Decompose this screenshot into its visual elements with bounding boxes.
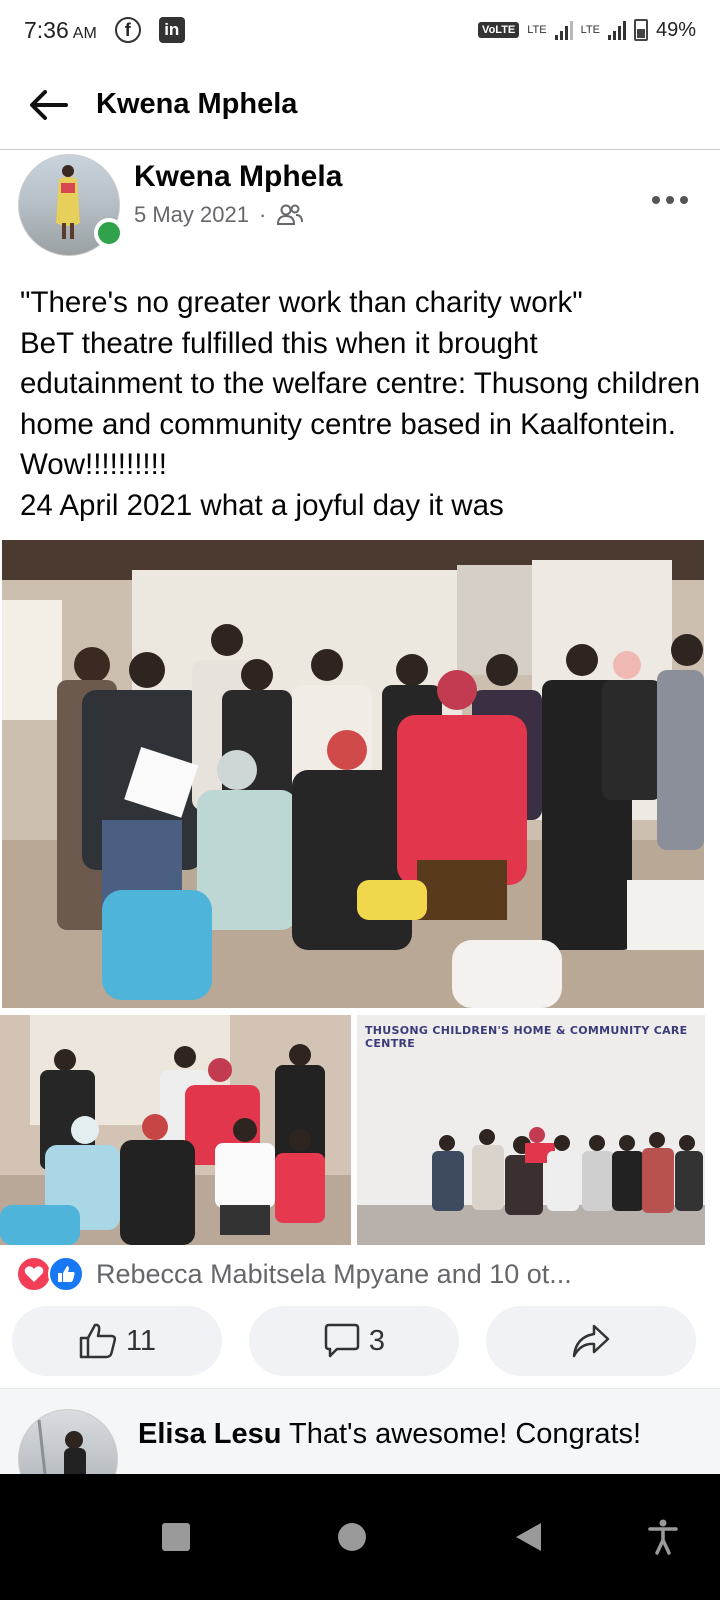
post-author-name[interactable]: Kwena Mphela	[134, 160, 342, 194]
accessibility-icon	[648, 1519, 678, 1555]
back-nav-button[interactable]	[496, 1474, 560, 1600]
reaction-icons	[16, 1256, 90, 1292]
recents-button[interactable]	[144, 1474, 208, 1600]
app-header: Kwena Mphela	[0, 60, 720, 150]
group-photo-2-image	[0, 1015, 351, 1245]
home-button[interactable]	[320, 1474, 384, 1600]
group-photo-image	[2, 540, 704, 1008]
circle-icon	[338, 1523, 366, 1551]
comment-button[interactable]: 3	[249, 1306, 459, 1376]
like-button[interactable]: 11	[12, 1306, 222, 1376]
accessibility-button[interactable]	[636, 1474, 690, 1600]
linkedin-icon: in	[158, 17, 185, 43]
status-bar: 7:36 AM f in VoLTE LTE LTE 49%	[0, 0, 720, 60]
more-options-button[interactable]	[650, 180, 690, 214]
signal-icon	[554, 20, 573, 40]
comment-text: Elisa Lesu That's awesome! Congrats!	[138, 1413, 698, 1455]
battery-icon	[633, 19, 648, 41]
facebook-icon: f	[114, 17, 141, 43]
commenter-name[interactable]: Elisa Lesu	[138, 1418, 281, 1450]
reactions-text: Rebecca Mabitsela Mpyane and 10 ot...	[96, 1258, 572, 1289]
status-indicators: VoLTE LTE LTE 49%	[478, 19, 696, 42]
post-body-text: "There's no greater work than charity wo…	[20, 286, 701, 522]
post-header: Kwena Mphela 5 May 2021 ·	[0, 152, 720, 262]
photo-banner-text: THUSONG CHILDREN'S HOME & COMMUNITY CARE…	[365, 1024, 688, 1050]
like-reaction-icon	[48, 1256, 84, 1292]
comment-preview[interactable]: Elisa Lesu That's awesome! Congrats!	[0, 1388, 720, 1474]
post-meta: 5 May 2021 ·	[134, 202, 304, 228]
comment-count: 3	[368, 1324, 386, 1357]
reactions-summary[interactable]: Rebecca Mabitsela Mpyane and 10 ot...	[16, 1254, 706, 1294]
triangle-back-icon	[516, 1523, 541, 1551]
back-button[interactable]	[0, 60, 96, 150]
friends-icon	[277, 204, 304, 225]
post-date[interactable]: 5 May 2021	[134, 202, 249, 228]
share-icon	[572, 1324, 610, 1358]
page-title: Kwena Mphela	[96, 88, 298, 120]
signal-icon-2	[607, 20, 626, 40]
meta-separator: ·	[258, 202, 267, 227]
thumbs-up-icon	[79, 1323, 117, 1359]
arrow-left-icon	[30, 89, 68, 120]
lte-label: LTE	[527, 24, 547, 36]
post-photo-3[interactable]: THUSONG CHILDREN'S HOME & COMMUNITY CARE…	[357, 1015, 705, 1245]
post-actions: 11 3	[12, 1306, 696, 1376]
system-nav-bar	[0, 1474, 720, 1600]
online-status-indicator	[94, 218, 124, 248]
post-photo-main[interactable]	[2, 540, 704, 1008]
heart-reaction-icon	[16, 1256, 52, 1292]
volte-badge: VoLTE	[478, 22, 520, 38]
clock: 7:36 AM	[24, 16, 97, 43]
battery-percent: 49%	[655, 18, 696, 41]
avatar-figure	[56, 165, 80, 239]
comment-body: That's awesome! Congrats!	[289, 1418, 642, 1450]
lte-label-2: LTE	[580, 24, 600, 36]
comment-icon	[324, 1323, 360, 1358]
commenter-avatar[interactable]	[18, 1409, 118, 1474]
share-button[interactable]	[486, 1306, 696, 1376]
more-horizontal-icon	[652, 196, 688, 204]
square-icon	[162, 1523, 190, 1551]
post-photo-2[interactable]	[0, 1015, 351, 1245]
like-count: 11	[125, 1324, 157, 1357]
